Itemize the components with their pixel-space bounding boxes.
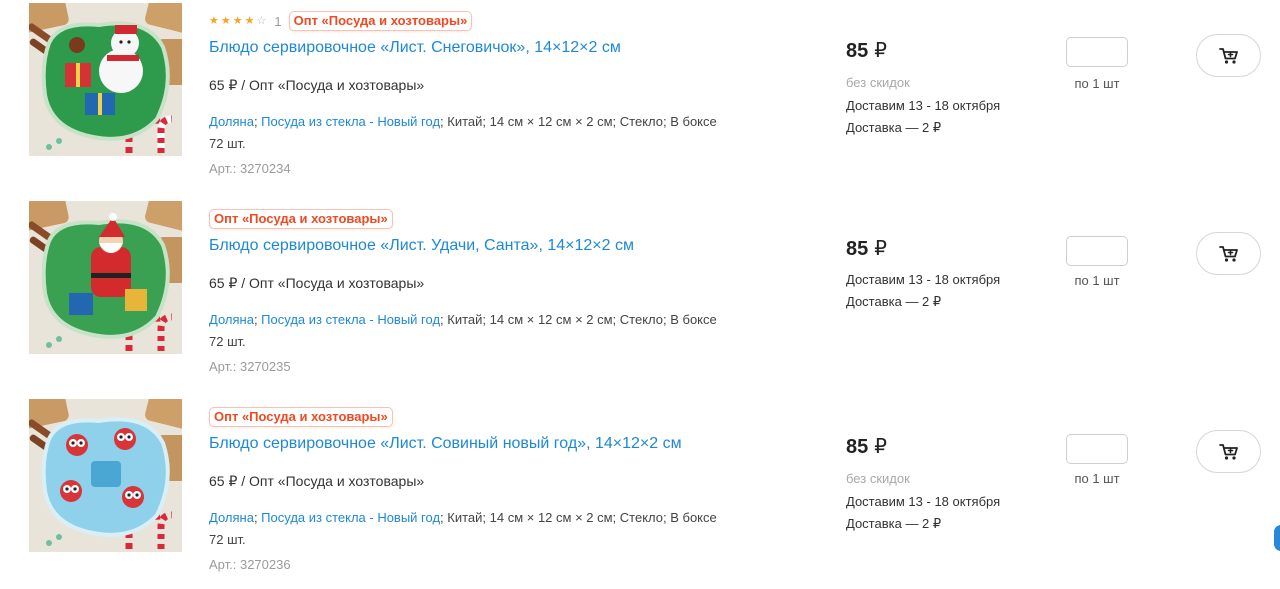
product-attributes: Доляна; Посуда из стекла - Новый год; Ки…	[209, 111, 729, 155]
price-value: 85	[846, 436, 869, 458]
quantity-input[interactable]	[1066, 434, 1128, 464]
rating-row: ★ ★ ★ ★ ☆ 1 Опт «Посуда и хозтовары»	[209, 10, 473, 32]
quantity-input[interactable]	[1066, 236, 1128, 266]
rating-count[interactable]: 1	[274, 14, 281, 29]
unit-price: 65 ₽ / Опт «Посуда и хозтовары»	[209, 275, 425, 291]
product-title-link[interactable]: Блюдо сервировочное «Лист. Удачи, Санта»…	[209, 237, 634, 255]
delivery-cost: Доставка — 2 ₽	[846, 120, 942, 135]
product-row-1: ★ ★ ★ ★ ☆ 1 Опт «Посуда и хозтовары» Блю…	[0, 0, 1280, 190]
rating-row: Опт «Посуда и хозтовары»	[209, 208, 393, 230]
star-icon: ★	[209, 14, 219, 27]
rating-stars: ★ ★ ★ ★ ☆	[209, 14, 268, 27]
seller-badge[interactable]: Опт «Посуда и хозтовары»	[209, 407, 393, 427]
seller-badge[interactable]: Опт «Посуда и хозтовары»	[288, 11, 473, 31]
product-attributes: Доляна; Посуда из стекла - Новый год; Ки…	[209, 507, 729, 551]
add-to-cart-button[interactable]	[1196, 232, 1261, 275]
price-value: 85	[846, 40, 869, 62]
article-number: Арт.: 3270236	[209, 557, 291, 572]
unit-price: 65 ₽ / Опт «Посуда и хозтовары»	[209, 77, 425, 93]
price: 85 ₽	[846, 236, 887, 261]
unit-price: 65 ₽ / Опт «Посуда и хозтовары»	[209, 473, 425, 489]
currency-symbol: ₽	[874, 40, 887, 62]
product-row-3: Опт «Посуда и хозтовары» Блюдо сервирово…	[0, 396, 1280, 586]
star-empty-icon: ☆	[256, 14, 267, 27]
cart-icon	[1218, 443, 1238, 460]
seller-badge[interactable]: Опт «Посуда и хозтовары»	[209, 209, 393, 229]
cart-icon	[1218, 47, 1238, 64]
delivery-dates: Доставим 13 - 18 октября	[846, 98, 1001, 113]
star-icon: ★	[244, 14, 255, 27]
currency-symbol: ₽	[874, 436, 887, 458]
delivery-cost: Доставка — 2 ₽	[846, 516, 942, 531]
category-link[interactable]: Посуда из стекла - Новый год	[261, 114, 440, 129]
star-icon: ★	[232, 14, 243, 27]
floating-widget-edge[interactable]	[1274, 525, 1280, 551]
article-number: Арт.: 3270234	[209, 161, 291, 176]
per-unit-label: по 1 шт	[1074, 471, 1120, 486]
product-image-santa[interactable]	[29, 201, 182, 354]
delivery-dates: Доставим 13 - 18 октября	[846, 272, 1001, 287]
category-link[interactable]: Посуда из стекла - Новый год	[261, 510, 440, 525]
product-attributes: Доляна; Посуда из стекла - Новый год; Ки…	[209, 309, 729, 353]
price: 85 ₽	[846, 434, 887, 459]
add-to-cart-button[interactable]	[1196, 430, 1261, 473]
product-list: ★ ★ ★ ★ ☆ 1 Опт «Посуда и хозтовары» Блю…	[0, 0, 1280, 589]
per-unit-label: по 1 шт	[1074, 273, 1120, 288]
per-unit-label: по 1 шт	[1074, 76, 1120, 91]
price: 85 ₽	[846, 38, 887, 63]
owl-plate-image	[29, 399, 182, 552]
delivery-dates: Доставим 13 - 18 октября	[846, 494, 1001, 509]
santa-plate-image	[29, 201, 182, 354]
currency-symbol: ₽	[874, 238, 887, 260]
rating-row: Опт «Посуда и хозтовары»	[209, 406, 393, 428]
snowman-plate-image	[29, 3, 182, 156]
no-discount-label: без скидок	[846, 471, 910, 486]
brand-link[interactable]: Доляна	[209, 510, 254, 525]
article-number: Арт.: 3270235	[209, 359, 291, 374]
product-row-2: Опт «Посуда и хозтовары» Блюдо сервирово…	[0, 198, 1280, 388]
price-value: 85	[846, 238, 869, 260]
product-title-link[interactable]: Блюдо сервировочное «Лист. Совиный новый…	[209, 435, 682, 453]
product-image-snowman[interactable]	[29, 3, 182, 156]
brand-link[interactable]: Доляна	[209, 114, 254, 129]
no-discount-label: без скидок	[846, 75, 910, 90]
category-link[interactable]: Посуда из стекла - Новый год	[261, 312, 440, 327]
quantity-input[interactable]	[1066, 37, 1128, 67]
delivery-cost: Доставка — 2 ₽	[846, 294, 942, 309]
brand-link[interactable]: Доляна	[209, 312, 254, 327]
star-icon: ★	[220, 14, 231, 27]
add-to-cart-button[interactable]	[1196, 34, 1261, 77]
product-image-owl[interactable]	[29, 399, 182, 552]
product-title-link[interactable]: Блюдо сервировочное «Лист. Снеговичок», …	[209, 39, 621, 57]
cart-icon	[1218, 245, 1238, 262]
